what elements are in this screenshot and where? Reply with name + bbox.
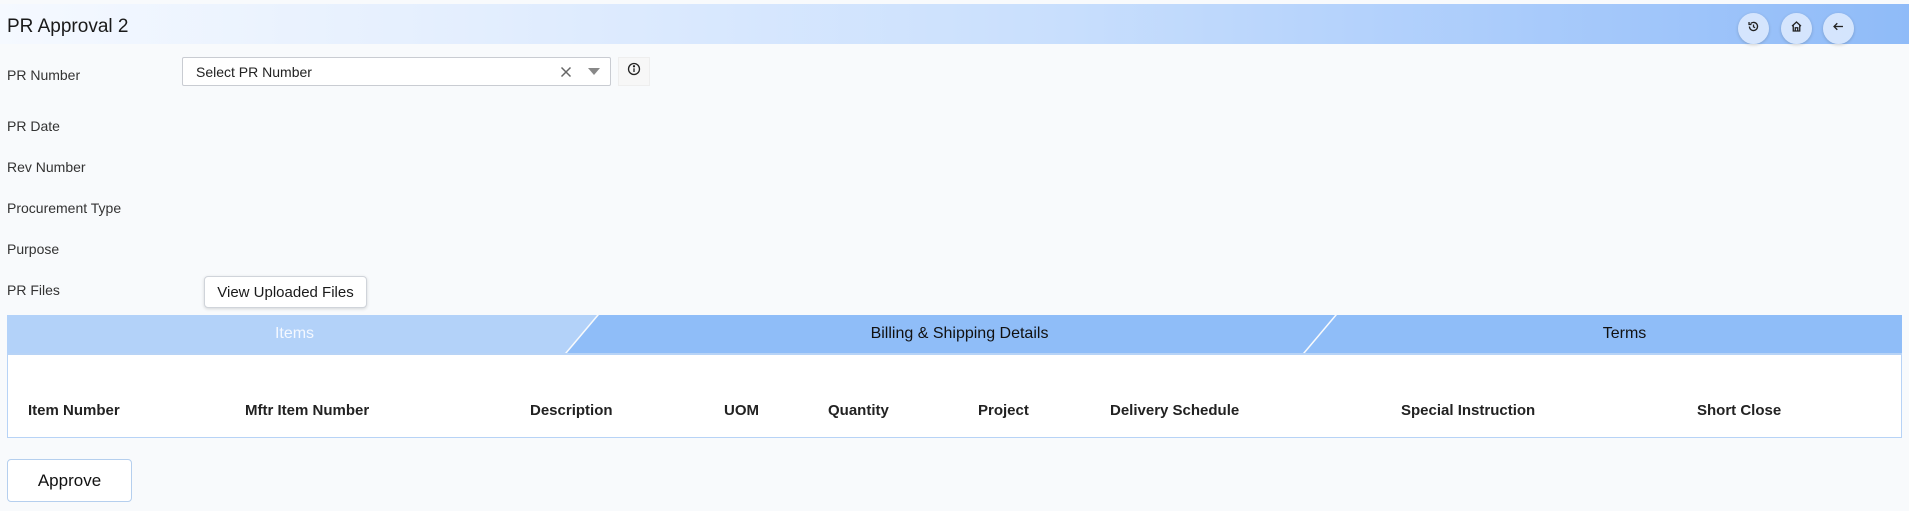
tab-terms[interactable]: Terms bbox=[1537, 325, 1712, 343]
column-header: Item Number bbox=[28, 402, 120, 419]
purpose-label: Purpose bbox=[7, 241, 60, 257]
column-header: Delivery Schedule bbox=[1110, 402, 1240, 419]
home-icon bbox=[1790, 20, 1803, 38]
column-header: Mftr Item Number bbox=[245, 402, 370, 419]
procurement-type-label: Procurement Type bbox=[7, 200, 122, 216]
home-button[interactable] bbox=[1781, 13, 1812, 44]
clear-icon[interactable] bbox=[559, 65, 573, 79]
tab-billing-shipping[interactable]: Billing & Shipping Details bbox=[767, 325, 1152, 343]
items-table: Item Number Mftr Item Number Description… bbox=[7, 353, 1902, 438]
tab-items[interactable]: Items bbox=[207, 325, 382, 343]
info-icon bbox=[627, 62, 641, 81]
history-icon bbox=[1747, 20, 1760, 38]
pr-number-label: PR Number bbox=[7, 67, 81, 83]
column-header: Project bbox=[978, 402, 1029, 419]
column-header: Short Close bbox=[1697, 402, 1782, 419]
pr-number-placeholder: Select PR Number bbox=[196, 64, 312, 80]
page-title: PR Approval 2 bbox=[7, 16, 129, 37]
select-separator bbox=[581, 63, 582, 80]
history-button[interactable] bbox=[1738, 13, 1769, 44]
pr-files-label: PR Files bbox=[7, 282, 60, 298]
column-header: Description bbox=[530, 402, 613, 419]
rev-number-label: Rev Number bbox=[7, 159, 86, 175]
view-uploaded-files-button[interactable]: View Uploaded Files bbox=[204, 276, 367, 308]
column-header: Quantity bbox=[828, 402, 889, 419]
tab-bar: Items Billing & Shipping Details Terms bbox=[7, 315, 1902, 353]
chevron-down-icon[interactable] bbox=[588, 68, 600, 75]
pr-date-label: PR Date bbox=[7, 118, 60, 134]
page-header: PR Approval 2 bbox=[0, 4, 1909, 44]
column-header: Special Instruction bbox=[1401, 402, 1536, 419]
column-header: UOM bbox=[724, 402, 759, 419]
pr-number-select[interactable]: Select PR Number bbox=[182, 57, 611, 86]
right-strip bbox=[1909, 0, 1919, 511]
info-button[interactable] bbox=[618, 57, 650, 86]
approve-button[interactable]: Approve bbox=[7, 459, 132, 502]
back-arrow-icon bbox=[1832, 20, 1845, 38]
back-button[interactable] bbox=[1823, 13, 1854, 44]
